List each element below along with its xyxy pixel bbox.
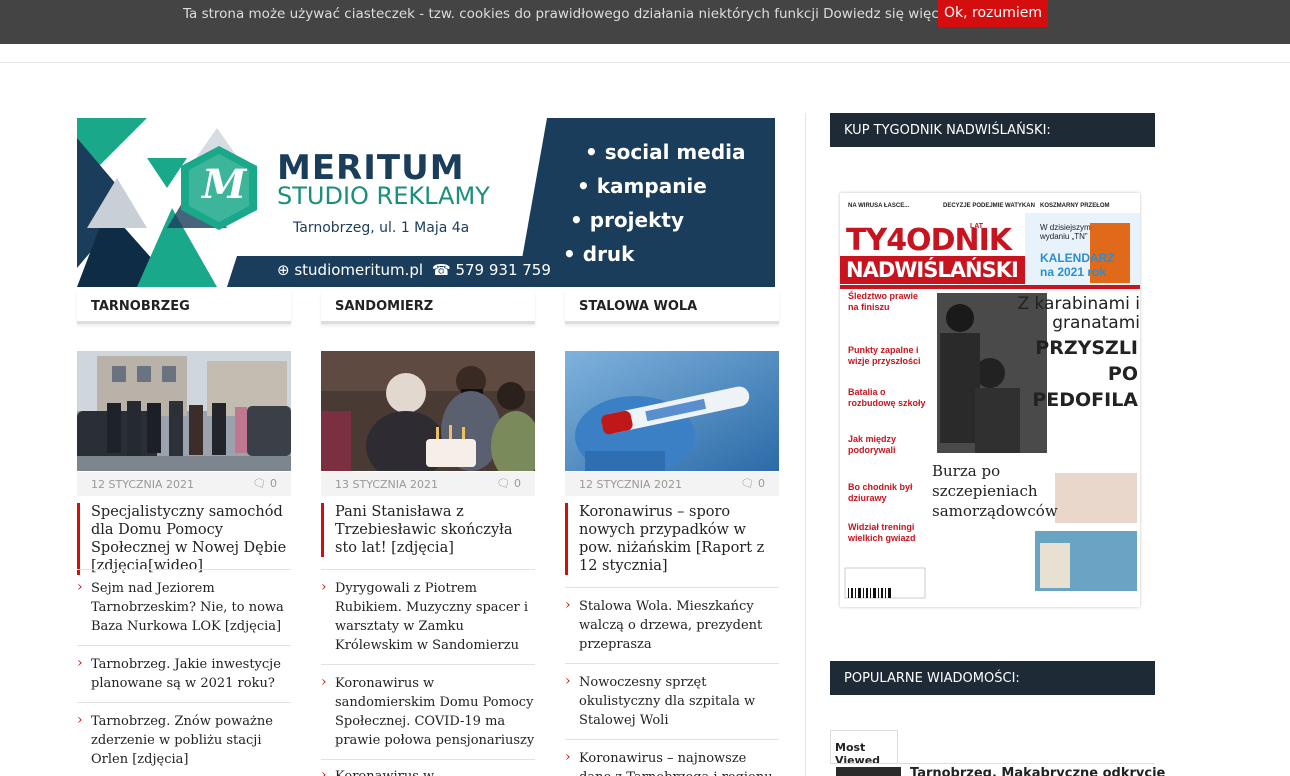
lead-article-title[interactable]: Pani Stanisława z Trzebiesławic skończył… <box>321 503 535 557</box>
cover-top-label-1: NA WIRUSA ŁASCE... <box>848 203 910 209</box>
cover-left-item: Widział treningi wielkich gwiazd <box>848 522 916 543</box>
article-image-tarnobrzeg[interactable] <box>77 351 291 471</box>
cover-headline-3: Burza po szczepieniach samorządowców <box>932 462 1058 520</box>
cover-top-label-2: DECYZJE PODEJMIE WATYKAN <box>943 203 1035 209</box>
list-item[interactable]: Koronawirus w sandomierskim Domu Pomocy … <box>321 673 535 750</box>
cookie-learn-more-link[interactable]: Dowiedz się więcej <box>823 6 951 22</box>
separator <box>77 702 291 703</box>
list-item[interactable]: Nowoczesny sprzęt okulistyczny dla szpit… <box>565 672 779 730</box>
cover-left-item: Bo chodnik był dziurawy <box>848 482 913 503</box>
lead-article-title[interactable]: Specjalistyczny samochód dla Domu Pomocy… <box>77 503 291 575</box>
photo-group-vehicle <box>77 351 291 471</box>
cover-headline-2: PRZYSZLI PO PEDOFILA <box>1032 337 1138 411</box>
meritum-banner-ad[interactable]: M MERITUM STUDIO REKLAMY Tarnobrzeg, ul.… <box>77 118 775 287</box>
photo-birthday-cake <box>321 351 535 471</box>
cookie-bar: Ta strona może używać ciasteczek - tzw. … <box>0 0 1290 44</box>
article-meta: 12 STYCZNIA 2021 🗨 0 <box>77 472 291 496</box>
cookie-accept-button[interactable]: Ok, rozumiem <box>938 0 1048 27</box>
comments-count[interactable]: 🗨 0 <box>497 477 521 490</box>
section-heading-sandomierz[interactable]: SANDOMIERZ <box>321 291 535 324</box>
comments-number: 0 <box>270 477 277 490</box>
article-meta: 13 STYCZNIA 2021 🗨 0 <box>321 472 535 496</box>
banner-service-print: • druk <box>563 242 635 266</box>
tab-most-viewed[interactable]: Most Viewed <box>830 730 898 767</box>
popular-news-heading: POPULARNE WIADOMOŚCI: <box>830 661 1155 695</box>
article-image-sandomierz[interactable] <box>321 351 535 471</box>
cover-left-item: Śledztwo prawie na finiszu <box>848 291 919 312</box>
cover-left-item: Jak między podorywali <box>848 434 897 455</box>
header-divider <box>0 62 1290 63</box>
cookie-text: Ta strona może używać ciasteczek - tzw. … <box>183 6 819 22</box>
separator <box>565 663 779 664</box>
banner-phone: ☎ 579 931 759 <box>432 261 551 279</box>
article-date: 12 STYCZNIA 2021 <box>579 478 683 491</box>
cover-top-label-3: KOSZMARNY PRZEŁOM <box>1040 203 1110 209</box>
buy-newspaper-heading: KUP TYGODNIK NADWIŚLAŃSKI: <box>830 113 1155 147</box>
separator <box>77 569 291 570</box>
list-item[interactable]: Tarnobrzeg. Jakie inwestycje planowane s… <box>77 654 291 693</box>
cover-calendar-promo: KALENDARZ na 2021 rok <box>1040 251 1115 279</box>
list-item[interactable]: Koronawirus – najnowsze dane z Tarnobrze… <box>565 748 779 776</box>
most-viewed-thumbnail[interactable] <box>836 767 901 776</box>
section-heading-tarnobrzeg[interactable]: TARNOBRZEG <box>77 291 291 324</box>
comments-number: 0 <box>514 477 521 490</box>
sidebar-divider <box>805 113 806 776</box>
comment-icon: 🗨 <box>496 477 511 490</box>
list-item[interactable]: Sejm nad Jeziorem Tarnobrzeskim? Nie, to… <box>77 578 291 636</box>
cover-headline-1: Z karabinami i granatami <box>1017 294 1140 333</box>
comment-icon: 🗨 <box>740 477 755 490</box>
separator <box>321 569 535 570</box>
banner-logo-letter: M <box>202 161 247 208</box>
comments-count[interactable]: 🗨 0 <box>253 477 277 490</box>
article-meta: 12 STYCZNIA 2021 🗨 0 <box>565 472 779 496</box>
cover-masthead-top: TY4ODNIK <box>846 223 1012 258</box>
banner-website: ⊕ studiomeritum.pl <box>277 261 423 279</box>
banner-address: Tarnobrzeg, ul. 1 Maja 4a <box>293 220 470 236</box>
banner-service-social: • social media <box>585 140 746 164</box>
comments-count[interactable]: 🗨 0 <box>741 477 765 490</box>
phone-icon: ☎ <box>432 261 456 279</box>
comments-number: 0 <box>758 477 765 490</box>
cover-calendar-intro: W dzisiejszym wydaniu „TN” <box>1040 223 1091 241</box>
list-item[interactable]: Dyrygowali z Piotrem Rubikiem. Muzyczny … <box>321 578 535 655</box>
cookie-message: Ta strona może używać ciasteczek - tzw. … <box>183 6 951 22</box>
separator <box>565 739 779 740</box>
list-item[interactable]: Tarnobrzeg. Znów poważne zderzenie w pob… <box>77 711 291 769</box>
list-item[interactable]: Stalowa Wola. Mieszkańcy walczą o drzewa… <box>565 596 779 654</box>
newspaper-cover[interactable]: NA WIRUSA ŁASCE... DECYZJE PODEJMIE WATY… <box>840 193 1140 607</box>
banner-website-text: studiomeritum.pl <box>294 261 424 279</box>
most-viewed-title[interactable]: Tarnobrzeg. Makabryczne odkrycie <box>910 766 1165 776</box>
banner-phone-text: 579 931 759 <box>455 261 551 279</box>
article-date: 12 STYCZNIA 2021 <box>91 478 195 491</box>
article-date: 13 STYCZNIA 2021 <box>335 478 439 491</box>
photo-vaccine-vial <box>565 351 779 471</box>
banner-service-projects: • projekty <box>570 208 684 232</box>
separator <box>565 587 779 588</box>
list-item[interactable]: Koronawirus w lubiwsiańskim... <box>321 766 535 776</box>
cover-left-item: Batalia o rozbudowę szkoły <box>848 387 926 408</box>
lead-article-title[interactable]: Koronawirus – sporo nowych przypadków w … <box>565 503 779 575</box>
separator <box>321 664 535 665</box>
globe-icon: ⊕ <box>277 261 295 279</box>
cover-left-item: Punkty zapalne i wizje przyszłości <box>848 345 921 366</box>
article-image-stalowa-wola[interactable] <box>565 351 779 471</box>
tab-divider <box>830 763 1155 764</box>
section-heading-stalowa-wola[interactable]: STALOWA WOLA <box>565 291 779 324</box>
separator <box>77 645 291 646</box>
cover-masthead-bottom: NADWIŚLAŃSKI <box>846 258 1019 282</box>
banner-subtitle: STUDIO REKLAMY <box>277 182 490 210</box>
comment-icon: 🗨 <box>252 477 267 490</box>
banner-service-campaigns: • kampanie <box>577 174 707 198</box>
separator <box>321 759 535 760</box>
